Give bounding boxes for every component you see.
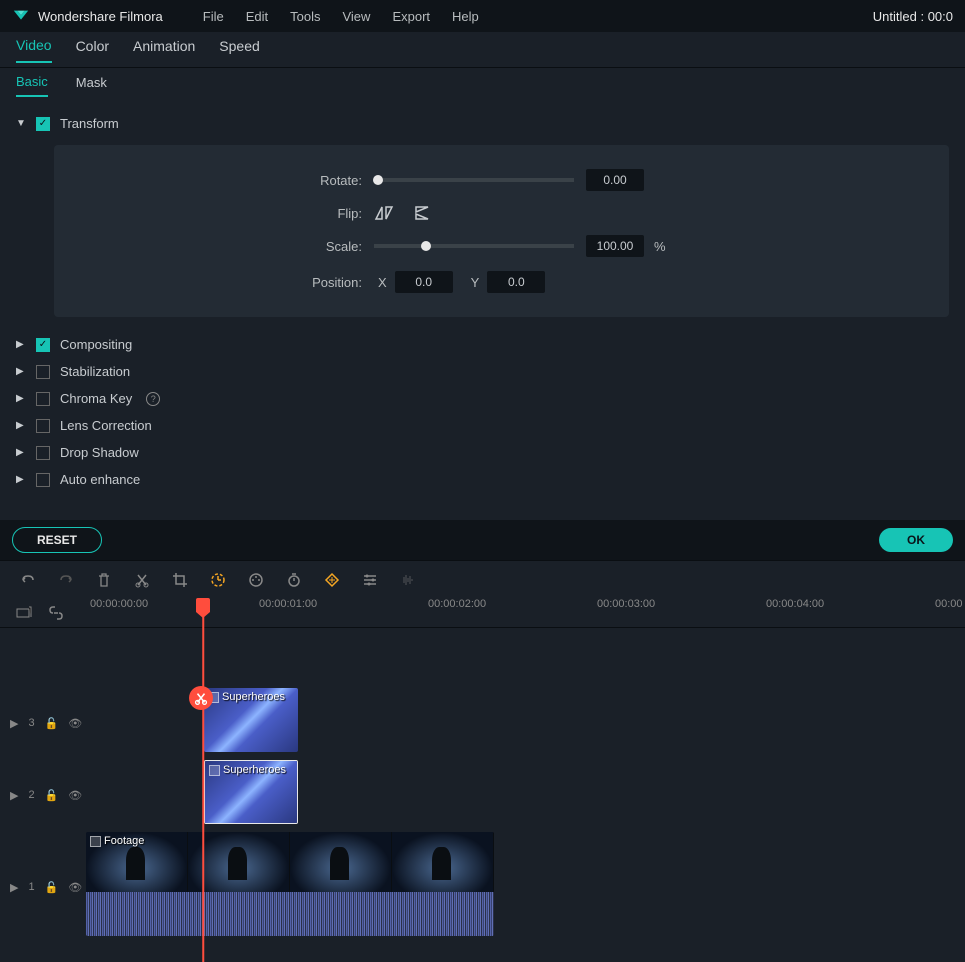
section-stabilization[interactable]: ▶ Stabilization <box>16 358 949 385</box>
menu-view[interactable]: View <box>342 9 370 24</box>
delete-icon[interactable] <box>96 572 112 588</box>
properties-panel: ▼ ✓ Transform Rotate: Flip: Scale: % Pos… <box>0 102 965 520</box>
visibility-icon[interactable]: 👁 <box>68 789 82 802</box>
transform-checkbox[interactable]: ✓ <box>36 117 50 131</box>
section-transform[interactable]: ▼ ✓ Transform <box>16 110 949 137</box>
stabilization-checkbox[interactable] <box>36 365 50 379</box>
flip-label: Flip: <box>94 206 374 221</box>
menu-tools[interactable]: Tools <box>290 9 320 24</box>
menu-edit[interactable]: Edit <box>246 9 268 24</box>
section-drop-shadow[interactable]: ▶ Drop Shadow <box>16 439 949 466</box>
expand-arrow-icon: ▼ <box>16 118 26 129</box>
clip-footage[interactable]: Footage <box>86 832 494 936</box>
chroma-key-checkbox[interactable] <box>36 392 50 406</box>
menu-export[interactable]: Export <box>392 9 430 24</box>
track-header-1: ▶ 1 🔓 👁 <box>0 881 86 894</box>
expand-arrow-icon: ▶ <box>16 393 26 404</box>
flip-horizontal-icon[interactable] <box>374 205 394 221</box>
flip-vertical-icon[interactable] <box>414 205 434 221</box>
audio-waveform <box>86 892 494 936</box>
split-icon[interactable] <box>134 572 150 588</box>
lens-correction-checkbox[interactable] <box>36 419 50 433</box>
menu-file[interactable]: File <box>203 9 224 24</box>
expand-arrow-icon: ▶ <box>16 474 26 485</box>
tracks: ▶ 3 🔓 👁 Superheroes ▶ 2 🔓 👁 <box>0 628 965 942</box>
speed-icon[interactable] <box>210 572 226 588</box>
sub-tabs: Basic Mask <box>0 68 965 102</box>
project-title: Untitled : 00:0 <box>873 9 953 24</box>
timer-icon[interactable] <box>286 572 302 588</box>
timeline-toolbar <box>0 560 965 598</box>
reset-button[interactable]: RESET <box>12 527 102 553</box>
main-tabs: Video Color Animation Speed <box>0 32 965 68</box>
transform-panel: Rotate: Flip: Scale: % Position: X Y <box>54 145 949 317</box>
section-lens-correction[interactable]: ▶ Lens Correction <box>16 412 949 439</box>
color-icon[interactable] <box>248 572 264 588</box>
panel-footer: RESET OK <box>0 520 965 560</box>
track-video-icon: ▶ <box>10 881 18 894</box>
drop-shadow-checkbox[interactable] <box>36 446 50 460</box>
audio-icon[interactable] <box>400 572 416 588</box>
scale-label: Scale: <box>94 239 374 254</box>
auto-enhance-checkbox[interactable] <box>36 473 50 487</box>
clip-superheroes-2[interactable]: Superheroes <box>204 760 298 824</box>
rotate-label: Rotate: <box>94 173 374 188</box>
timeline-area: 00:00:00:00 00:00:01:00 00:00:02:00 00:0… <box>0 598 965 942</box>
titlebar: Wondershare Filmora File Edit Tools View… <box>0 0 965 32</box>
expand-arrow-icon: ▶ <box>16 339 26 350</box>
clip-type-icon <box>90 836 101 847</box>
y-label: Y <box>471 275 480 290</box>
compositing-checkbox[interactable]: ✓ <box>36 338 50 352</box>
scale-input[interactable] <box>586 235 644 257</box>
rotate-input[interactable] <box>586 169 644 191</box>
clip-superheroes-3[interactable]: Superheroes <box>204 688 298 752</box>
track-video-icon: ▶ <box>10 789 18 802</box>
scale-unit: % <box>654 239 666 254</box>
tab-color[interactable]: Color <box>76 38 109 62</box>
rotate-slider[interactable] <box>374 178 574 182</box>
playhead[interactable] <box>196 598 210 612</box>
ok-button[interactable]: OK <box>879 528 953 552</box>
split-marker-icon[interactable] <box>189 686 213 710</box>
section-chroma-key[interactable]: ▶ Chroma Key ? <box>16 385 949 412</box>
position-label: Position: <box>94 275 374 290</box>
track-header-2: ▶ 2 🔓 👁 <box>0 789 86 802</box>
x-label: X <box>378 275 387 290</box>
lock-icon[interactable]: 🔓 <box>45 717 59 730</box>
redo-icon[interactable] <box>58 572 74 588</box>
track-video-icon: ▶ <box>10 717 18 730</box>
tab-video[interactable]: Video <box>16 37 52 63</box>
track-header-3: ▶ 3 🔓 👁 <box>0 717 86 730</box>
lock-icon[interactable]: 🔓 <box>45 881 59 894</box>
subtab-mask[interactable]: Mask <box>76 75 107 96</box>
app-name: Wondershare Filmora <box>38 9 163 24</box>
position-x-input[interactable] <box>395 271 453 293</box>
link-icon[interactable] <box>48 605 64 621</box>
app-logo-icon <box>12 7 30 25</box>
lock-icon[interactable]: 🔓 <box>45 789 59 802</box>
add-track-icon[interactable] <box>16 605 32 621</box>
subtab-basic[interactable]: Basic <box>16 74 48 97</box>
expand-arrow-icon: ▶ <box>16 366 26 377</box>
expand-arrow-icon: ▶ <box>16 447 26 458</box>
undo-icon[interactable] <box>20 572 36 588</box>
transform-label: Transform <box>60 116 119 131</box>
crop-icon[interactable] <box>172 572 188 588</box>
scale-slider[interactable] <box>374 244 574 248</box>
visibility-icon[interactable]: 👁 <box>68 881 82 894</box>
expand-arrow-icon: ▶ <box>16 420 26 431</box>
section-auto-enhance[interactable]: ▶ Auto enhance <box>16 466 949 493</box>
keyframe-icon[interactable] <box>324 572 340 588</box>
tab-speed[interactable]: Speed <box>219 38 259 62</box>
help-icon[interactable]: ? <box>146 392 160 406</box>
section-compositing[interactable]: ▶ ✓ Compositing <box>16 331 949 358</box>
clip-type-icon <box>209 765 220 776</box>
visibility-icon[interactable]: 👁 <box>68 717 82 730</box>
tab-animation[interactable]: Animation <box>133 38 195 62</box>
position-y-input[interactable] <box>487 271 545 293</box>
timeline-ruler[interactable]: 00:00:00:00 00:00:01:00 00:00:02:00 00:0… <box>86 598 965 627</box>
adjust-icon[interactable] <box>362 572 378 588</box>
menu-help[interactable]: Help <box>452 9 479 24</box>
menu-bar: File Edit Tools View Export Help <box>203 9 873 24</box>
